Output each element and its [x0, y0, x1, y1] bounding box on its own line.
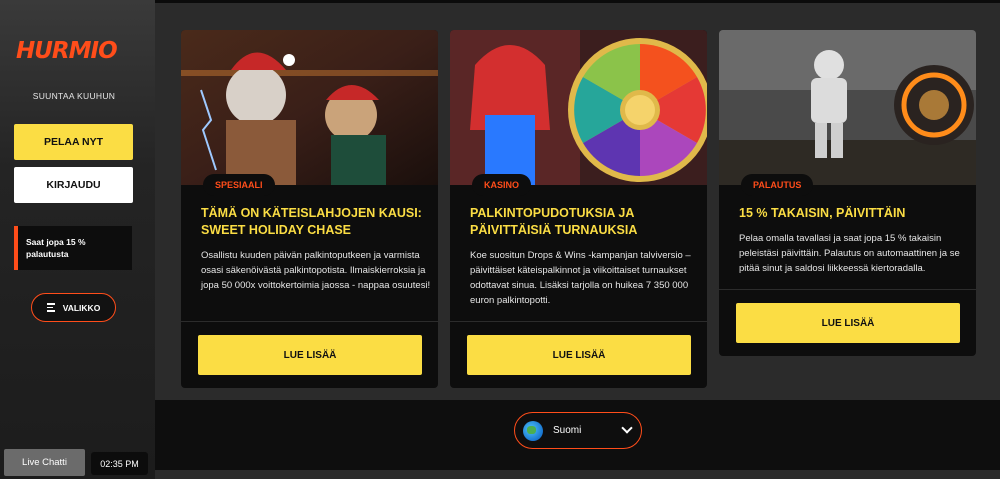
tagline: SUUNTAA KUUHUN — [32, 91, 116, 101]
read-more-button[interactable]: LUE LISÄÄ — [467, 335, 691, 375]
clock: 02:35 PM — [91, 452, 148, 475]
promo-card-cashback: PALAUTUS 15 % TAKAISIN, PÄIVITTÄIN Pelaa… — [719, 30, 976, 356]
holiday-promo-image[interactable] — [181, 30, 438, 185]
promo-text: Saat jopa 15 % palautusta — [26, 237, 86, 259]
cashback-promo-image[interactable] — [719, 30, 976, 185]
logo-text: HURMIO — [16, 38, 118, 64]
play-now-button[interactable]: PELAA NYT — [14, 124, 133, 160]
login-button[interactable]: KIRJAUDU — [14, 167, 133, 203]
menu-button[interactable]: VALIKKO — [31, 293, 116, 322]
card-title: PALKINTOPUDOTUKSIA JA PÄIVITTÄISIÄ TURNA… — [470, 206, 638, 237]
read-more-button[interactable]: LUE LISÄÄ — [198, 335, 422, 375]
card-description: Osallistu kuuden päivän palkintoputkeen … — [201, 250, 431, 291]
language-selector[interactable]: Suomi — [514, 412, 642, 449]
card-title: TÄMÄ ON KÄTEISLAHJOJEN KAUSI: SWEET HOLI… — [201, 206, 422, 237]
top-divider — [155, 0, 1000, 3]
card-divider — [450, 321, 707, 322]
sidebar: HURMIO SUUNTAA KUUHUN PELAA NYT KIRJAUDU… — [0, 0, 155, 479]
drops-wins-promo-image[interactable] — [450, 30, 707, 185]
hamburger-icon — [46, 301, 55, 314]
card-divider — [181, 321, 438, 322]
card-title: 15 % TAKAISIN, PÄIVITTÄIN — [739, 206, 906, 220]
hurmio-logo[interactable]: HURMIO — [16, 38, 132, 68]
card-description: Koe suositun Drops & Wins -kampanjan tal… — [470, 250, 691, 306]
cashback-promo-box[interactable]: Saat jopa 15 % palautusta — [14, 226, 132, 270]
card-divider — [719, 289, 976, 290]
card-badge: PALAUTUS — [741, 174, 814, 196]
card-description: Pelaa omalla tavallasi ja saat jopa 15 %… — [739, 233, 960, 274]
menu-label: VALIKKO — [62, 302, 101, 313]
language-label: Suomi — [553, 425, 582, 436]
read-more-button[interactable]: LUE LISÄÄ — [736, 303, 960, 343]
card-badge: SPESIAALI — [203, 174, 275, 196]
globe-icon — [523, 420, 543, 441]
live-chat-button[interactable]: Live Chatti — [4, 449, 85, 476]
chevron-down-icon — [621, 422, 633, 434]
card-badge: KASINO — [472, 174, 532, 196]
promo-card-drops-wins: KASINO PALKINTOPUDOTUKSIA JA PÄIVITTÄISI… — [450, 30, 707, 388]
promo-card-holiday: SPESIAALI TÄMÄ ON KÄTEISLAHJOJEN KAUSI: … — [181, 30, 438, 388]
